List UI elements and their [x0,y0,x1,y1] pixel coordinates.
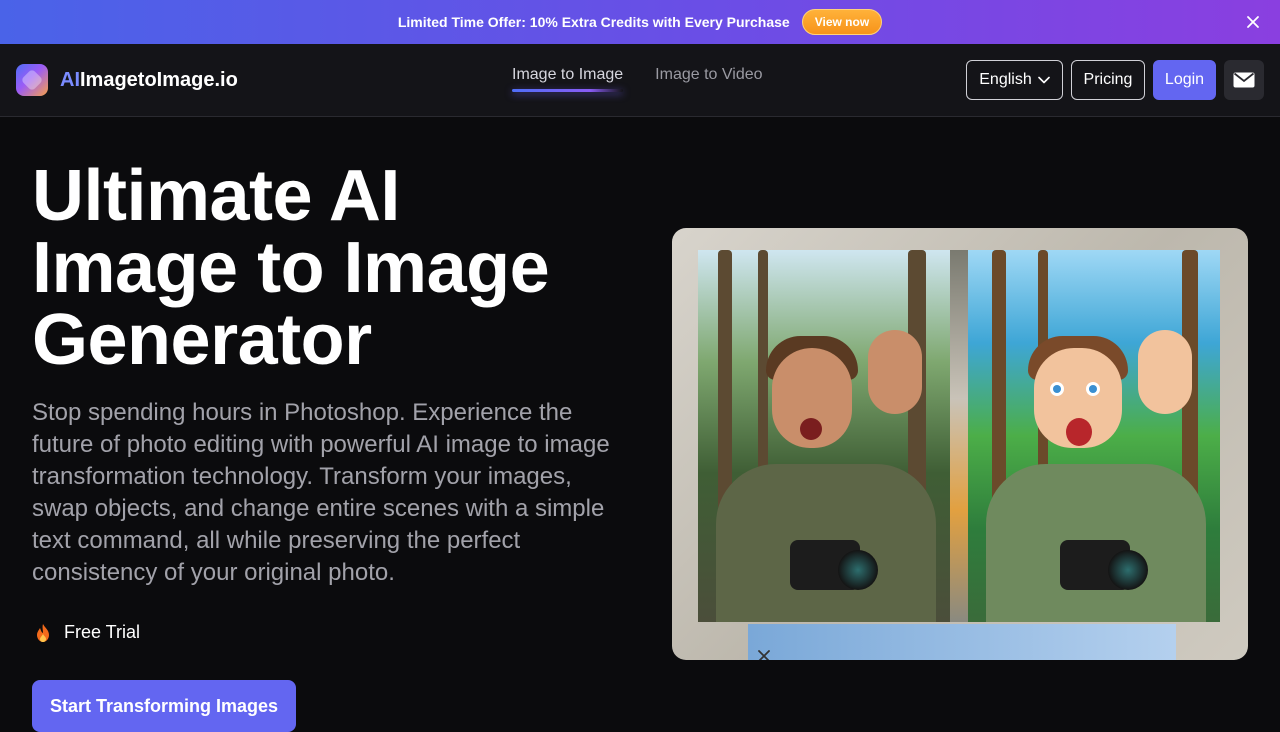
tree-trunk [992,250,1006,510]
mail-button[interactable] [1224,60,1264,100]
hero-title-line-3: Generator [32,300,372,380]
original-photo [698,250,950,622]
camera-lens [1108,550,1148,590]
ok-hand [868,330,922,414]
person-eye [1050,382,1064,396]
ok-hand [1138,330,1192,414]
view-now-button[interactable]: View now [801,9,883,35]
close-icon[interactable] [1244,13,1262,31]
person-mouth [800,418,822,440]
chevron-down-icon [1037,76,1050,84]
hero-title: Ultimate AI Image to Image Generator [32,160,652,376]
hero-title-line-1: Ultimate AI [32,156,400,236]
person-mouth [1066,418,1092,446]
main-nav: Image to Image Image to Video [512,66,763,92]
bottom-strip [748,624,1176,660]
login-button[interactable]: Login [1153,60,1216,100]
flame-icon [37,623,49,642]
close-icon [758,650,770,660]
logo-text: AIImagetoImage.io [60,69,238,92]
tree-trunk [718,250,732,510]
language-selector[interactable]: English [966,60,1063,100]
mail-icon [1233,72,1255,88]
comparison-divider [950,250,968,622]
hero-title-line-2: Image to Image [32,228,550,308]
logo-ai: AI [60,68,80,91]
site-header: AIImagetoImage.io Image to Image Image t… [0,44,1280,117]
promo-text: Limited Time Offer: 10% Extra Credits wi… [397,14,790,30]
site-logo[interactable]: AIImagetoImage.io [16,64,238,96]
nav-image-to-video[interactable]: Image to Video [655,66,762,92]
start-transforming-button[interactable]: Start Transforming Images [32,680,296,732]
logo-name: ImagetoImage.io [80,68,238,91]
pricing-button[interactable]: Pricing [1071,60,1145,100]
language-label: English [979,71,1032,88]
person-eye [1086,382,1100,396]
free-trial-label: Free Trial [64,622,141,642]
free-trial-badge: Free Trial [34,622,140,643]
anime-photo [968,250,1220,622]
promo-banner: Limited Time Offer: 10% Extra Credits wi… [0,0,1280,44]
hero-description: Stop spending hours in Photoshop. Experi… [32,399,610,586]
logo-mark-icon [16,64,48,96]
nav-image-to-image[interactable]: Image to Image [512,66,624,92]
camera-lens [838,550,878,590]
before-after-showcase [672,228,1248,660]
